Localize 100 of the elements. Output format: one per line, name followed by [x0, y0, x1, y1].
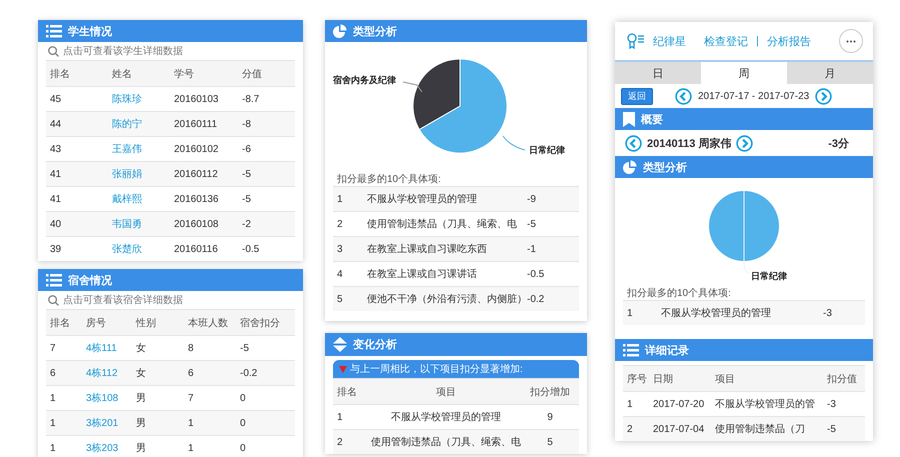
table-cell-text: 6: [50, 368, 57, 378]
column-header: 性别: [136, 316, 157, 330]
student-name-link[interactable]: 陈的宁: [112, 117, 174, 131]
ellipsis-icon: [846, 40, 856, 42]
section-title: 概要: [641, 112, 663, 126]
period-tab[interactable]: 日: [615, 62, 701, 84]
pie-icon: [623, 160, 637, 174]
chevron-left-icon[interactable]: [675, 88, 692, 104]
column-header: 姓名: [112, 68, 133, 80]
table-cell-text: -5: [242, 168, 252, 180]
chevron-right-icon[interactable]: [815, 88, 832, 104]
table-cell-text: 44: [50, 118, 62, 130]
table-cell-text: 男: [136, 442, 147, 455]
section-title: 详细记录: [645, 344, 689, 358]
student-name-link[interactable]: 韦国勇: [112, 217, 174, 231]
room-number-link[interactable]: 3栋201: [86, 416, 136, 430]
room-number-link[interactable]: 4栋111: [86, 341, 136, 355]
table-cell-text: 5: [337, 294, 344, 304]
room-number-link[interactable]: 3栋108: [86, 391, 136, 405]
separator: |: [756, 35, 759, 47]
table-cell-text: 不服从学校管理员的管理: [367, 192, 478, 206]
column-header: 排名: [337, 386, 358, 398]
hint-text: 点击可查看该宿舍详细数据: [63, 294, 183, 307]
column-header: 项目: [436, 386, 456, 398]
badge-list-icon: [627, 33, 645, 49]
search-icon: [48, 46, 59, 56]
column-header: 宿舍扣分: [240, 316, 281, 330]
table-cell-text: 2: [337, 436, 344, 448]
table-cell-text: 45: [50, 94, 62, 104]
table-cell-text: 20160111: [174, 118, 218, 130]
nav-link[interactable]: 检查登记: [704, 34, 748, 48]
nav-link[interactable]: 分析报告: [766, 34, 811, 48]
list-icon: [46, 24, 62, 38]
table-cell-text: 39: [50, 244, 62, 254]
student-id-name: 20140113 周家伟: [647, 136, 732, 150]
down-triangle-icon: [339, 366, 347, 372]
table-cell-text: 40: [50, 218, 62, 230]
room-number-link[interactable]: 4栋112: [86, 366, 136, 380]
student-name-link[interactable]: 张楚欣: [112, 242, 174, 256]
leader-line: [402, 82, 422, 92]
student-name-link[interactable]: 王嘉伟: [112, 142, 174, 156]
table-cell-text: 不服从学校管理员的管理: [391, 410, 501, 424]
caption-text: 扣分最多的10个具体项:: [336, 172, 442, 186]
table-cell-text: 20160102: [174, 144, 220, 154]
pie-chart: [709, 191, 779, 261]
section-title: 变化分析: [353, 338, 397, 352]
list-icon: [46, 274, 62, 286]
table-cell-text: 在教室上课或自习课讲话: [367, 268, 478, 281]
table-cell-text: 0: [240, 442, 247, 454]
column-header: 项目: [715, 372, 736, 386]
table-cell-text: 女: [136, 342, 147, 355]
table-cell-text: 男: [136, 417, 147, 430]
table-cell-text: -0.2: [527, 294, 546, 304]
section-title: 学生情况: [68, 24, 112, 38]
score-text: -3分: [828, 136, 849, 150]
pie-icon: [333, 24, 347, 38]
pie-label: 日常纪律: [529, 145, 565, 155]
period-tab[interactable]: 月: [787, 62, 873, 84]
column-header: 本班人数: [188, 316, 229, 330]
student-name-link[interactable]: 陈珠珍: [112, 92, 174, 106]
chevron-left-icon[interactable]: [625, 134, 642, 152]
app-name: 纪律星: [653, 34, 686, 48]
pie-label: 宿舍内务及纪律: [333, 75, 396, 85]
table-cell-text: 使用管制违禁品（刀具、绳索、电: [367, 218, 518, 231]
table-cell-text: 41: [50, 168, 62, 180]
column-header: 扣分值: [827, 372, 858, 386]
table-cell-text: 1: [50, 392, 57, 404]
table-cell: 9: [547, 412, 553, 422]
back-button[interactable]: 返回: [621, 88, 653, 104]
room-number-link[interactable]: 3栋203: [86, 441, 136, 455]
chevron-right-icon[interactable]: [736, 134, 754, 152]
table-cell-text: -5: [527, 218, 537, 230]
table-cell-text: 在教室上课或自习课吃东西: [367, 242, 488, 256]
table-cell-text: -0.5: [242, 244, 260, 254]
table-cell-text: -5: [242, 194, 252, 204]
student-name-link[interactable]: 戴梓熙: [112, 192, 174, 206]
search-icon: [48, 294, 59, 306]
table-cell-text: 4: [337, 268, 344, 280]
date-range: 2017-07-17 - 2017-07-23: [698, 90, 810, 102]
table-cell-text: 便池不干净（外沿有污渍、内侧脏）: [367, 292, 527, 306]
pie-label: 日常纪律: [751, 271, 787, 281]
table-cell: 5: [547, 436, 553, 448]
table-cell-text: 20160112: [174, 168, 219, 180]
table-cell-text: 1: [627, 398, 634, 410]
student-name-link[interactable]: 张丽娟: [112, 167, 174, 181]
table-cell-text: 男: [136, 392, 147, 405]
table-cell-text: -2: [242, 218, 252, 230]
table-cell-text: 不服从学校管理员的管: [715, 398, 816, 411]
table-cell-text: 1: [50, 418, 57, 428]
table-cell-text: 1: [188, 418, 195, 428]
table-cell-text: 0: [240, 392, 247, 404]
column-header: 日期: [653, 372, 674, 386]
more-button[interactable]: [839, 29, 863, 53]
table-cell-text: -8: [242, 118, 252, 130]
table-cell-text: 7: [50, 342, 57, 354]
hint-text: 点击可查看该学生详细数据: [63, 44, 183, 58]
section-title: 类型分析: [643, 160, 687, 174]
table-cell-text: 不服从学校管理员的管理: [661, 306, 772, 320]
section-title: 宿舍情况: [68, 274, 112, 288]
table-cell-text: 41: [50, 194, 62, 204]
